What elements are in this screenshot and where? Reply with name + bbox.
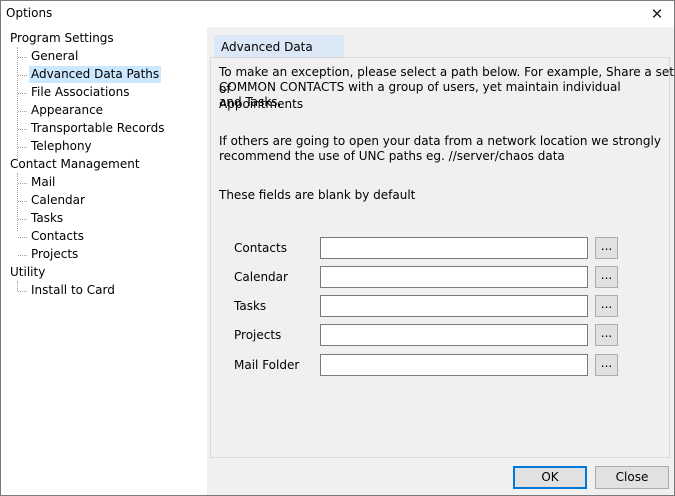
tree-item-calendar[interactable]: Calendar bbox=[29, 192, 87, 209]
contacts-browse-button[interactable]: ... bbox=[595, 237, 618, 259]
tree-connector bbox=[17, 281, 18, 291]
tree-group-contact-management[interactable]: Contact Management bbox=[10, 156, 140, 173]
tree-connector bbox=[17, 173, 18, 231]
ok-button[interactable]: OK bbox=[513, 466, 587, 489]
tasks-path-label: Tasks bbox=[234, 299, 267, 313]
unc-note-line2: recommend the use of UNC paths eg. //ser… bbox=[219, 149, 565, 163]
tree-connector bbox=[18, 219, 27, 220]
options-dialog: Options ✕ Program Settings General Advan… bbox=[0, 0, 675, 496]
options-tree: Program Settings General Advanced Data P… bbox=[1, 27, 207, 495]
tree-connector bbox=[18, 129, 27, 130]
contacts-path-label: Contacts bbox=[234, 241, 287, 255]
tree-item-projects[interactable]: Projects bbox=[29, 246, 80, 263]
blank-default-note: These fields are blank by default bbox=[219, 188, 416, 202]
tree-item-appearance[interactable]: Appearance bbox=[29, 102, 105, 119]
tree-connector bbox=[18, 57, 27, 58]
tree-connector bbox=[18, 111, 27, 112]
mail-folder-path-label: Mail Folder bbox=[234, 358, 300, 372]
tree-connector bbox=[17, 47, 18, 159]
tree-connector bbox=[18, 93, 27, 94]
contacts-path-input[interactable] bbox=[320, 237, 588, 259]
calendar-path-label: Calendar bbox=[234, 270, 288, 284]
tasks-browse-button[interactable]: ... bbox=[595, 295, 618, 317]
calendar-path-input[interactable] bbox=[320, 266, 588, 288]
tree-item-telephony[interactable]: Telephony bbox=[29, 138, 94, 155]
tree-connector bbox=[18, 201, 27, 202]
mail-folder-browse-button[interactable]: ... bbox=[595, 354, 618, 376]
tree-item-install-to-card[interactable]: Install to Card bbox=[29, 282, 117, 299]
tree-item-contacts[interactable]: Contacts bbox=[29, 228, 86, 245]
tab-advanced-data-paths[interactable]: Advanced Data Paths bbox=[214, 35, 344, 76]
tree-group-utility[interactable]: Utility bbox=[10, 264, 45, 281]
tree-item-file-associations[interactable]: File Associations bbox=[29, 84, 131, 101]
calendar-browse-button[interactable]: ... bbox=[595, 266, 618, 288]
tree-connector bbox=[18, 183, 27, 184]
window-title: Options bbox=[6, 6, 53, 20]
tasks-path-input[interactable] bbox=[320, 295, 588, 317]
tree-item-tasks[interactable]: Tasks bbox=[29, 210, 65, 227]
intro-text-line3: and Tasks. bbox=[219, 95, 282, 109]
tree-connector bbox=[18, 237, 27, 238]
intro-text-line2: COMMON CONTACTS with a group of users, y… bbox=[219, 80, 621, 111]
title-bar: Options ✕ bbox=[1, 1, 674, 27]
mail-folder-path-input[interactable] bbox=[320, 354, 588, 376]
tree-connector bbox=[18, 291, 27, 292]
tree-connector bbox=[18, 255, 27, 256]
projects-path-label: Projects bbox=[234, 328, 282, 342]
tree-connector bbox=[18, 147, 27, 148]
tree-item-mail[interactable]: Mail bbox=[29, 174, 57, 191]
projects-browse-button[interactable]: ... bbox=[595, 324, 618, 346]
tree-item-transportable-records[interactable]: Transportable Records bbox=[29, 120, 167, 137]
tree-item-advanced-data-paths[interactable]: Advanced Data Paths bbox=[29, 66, 162, 83]
projects-path-input[interactable] bbox=[320, 324, 588, 346]
tree-item-general[interactable]: General bbox=[29, 48, 80, 65]
tree-connector bbox=[18, 75, 27, 76]
close-button[interactable]: Close bbox=[595, 466, 669, 489]
close-icon[interactable]: ✕ bbox=[640, 1, 674, 27]
tree-group-program-settings[interactable]: Program Settings bbox=[10, 30, 114, 47]
